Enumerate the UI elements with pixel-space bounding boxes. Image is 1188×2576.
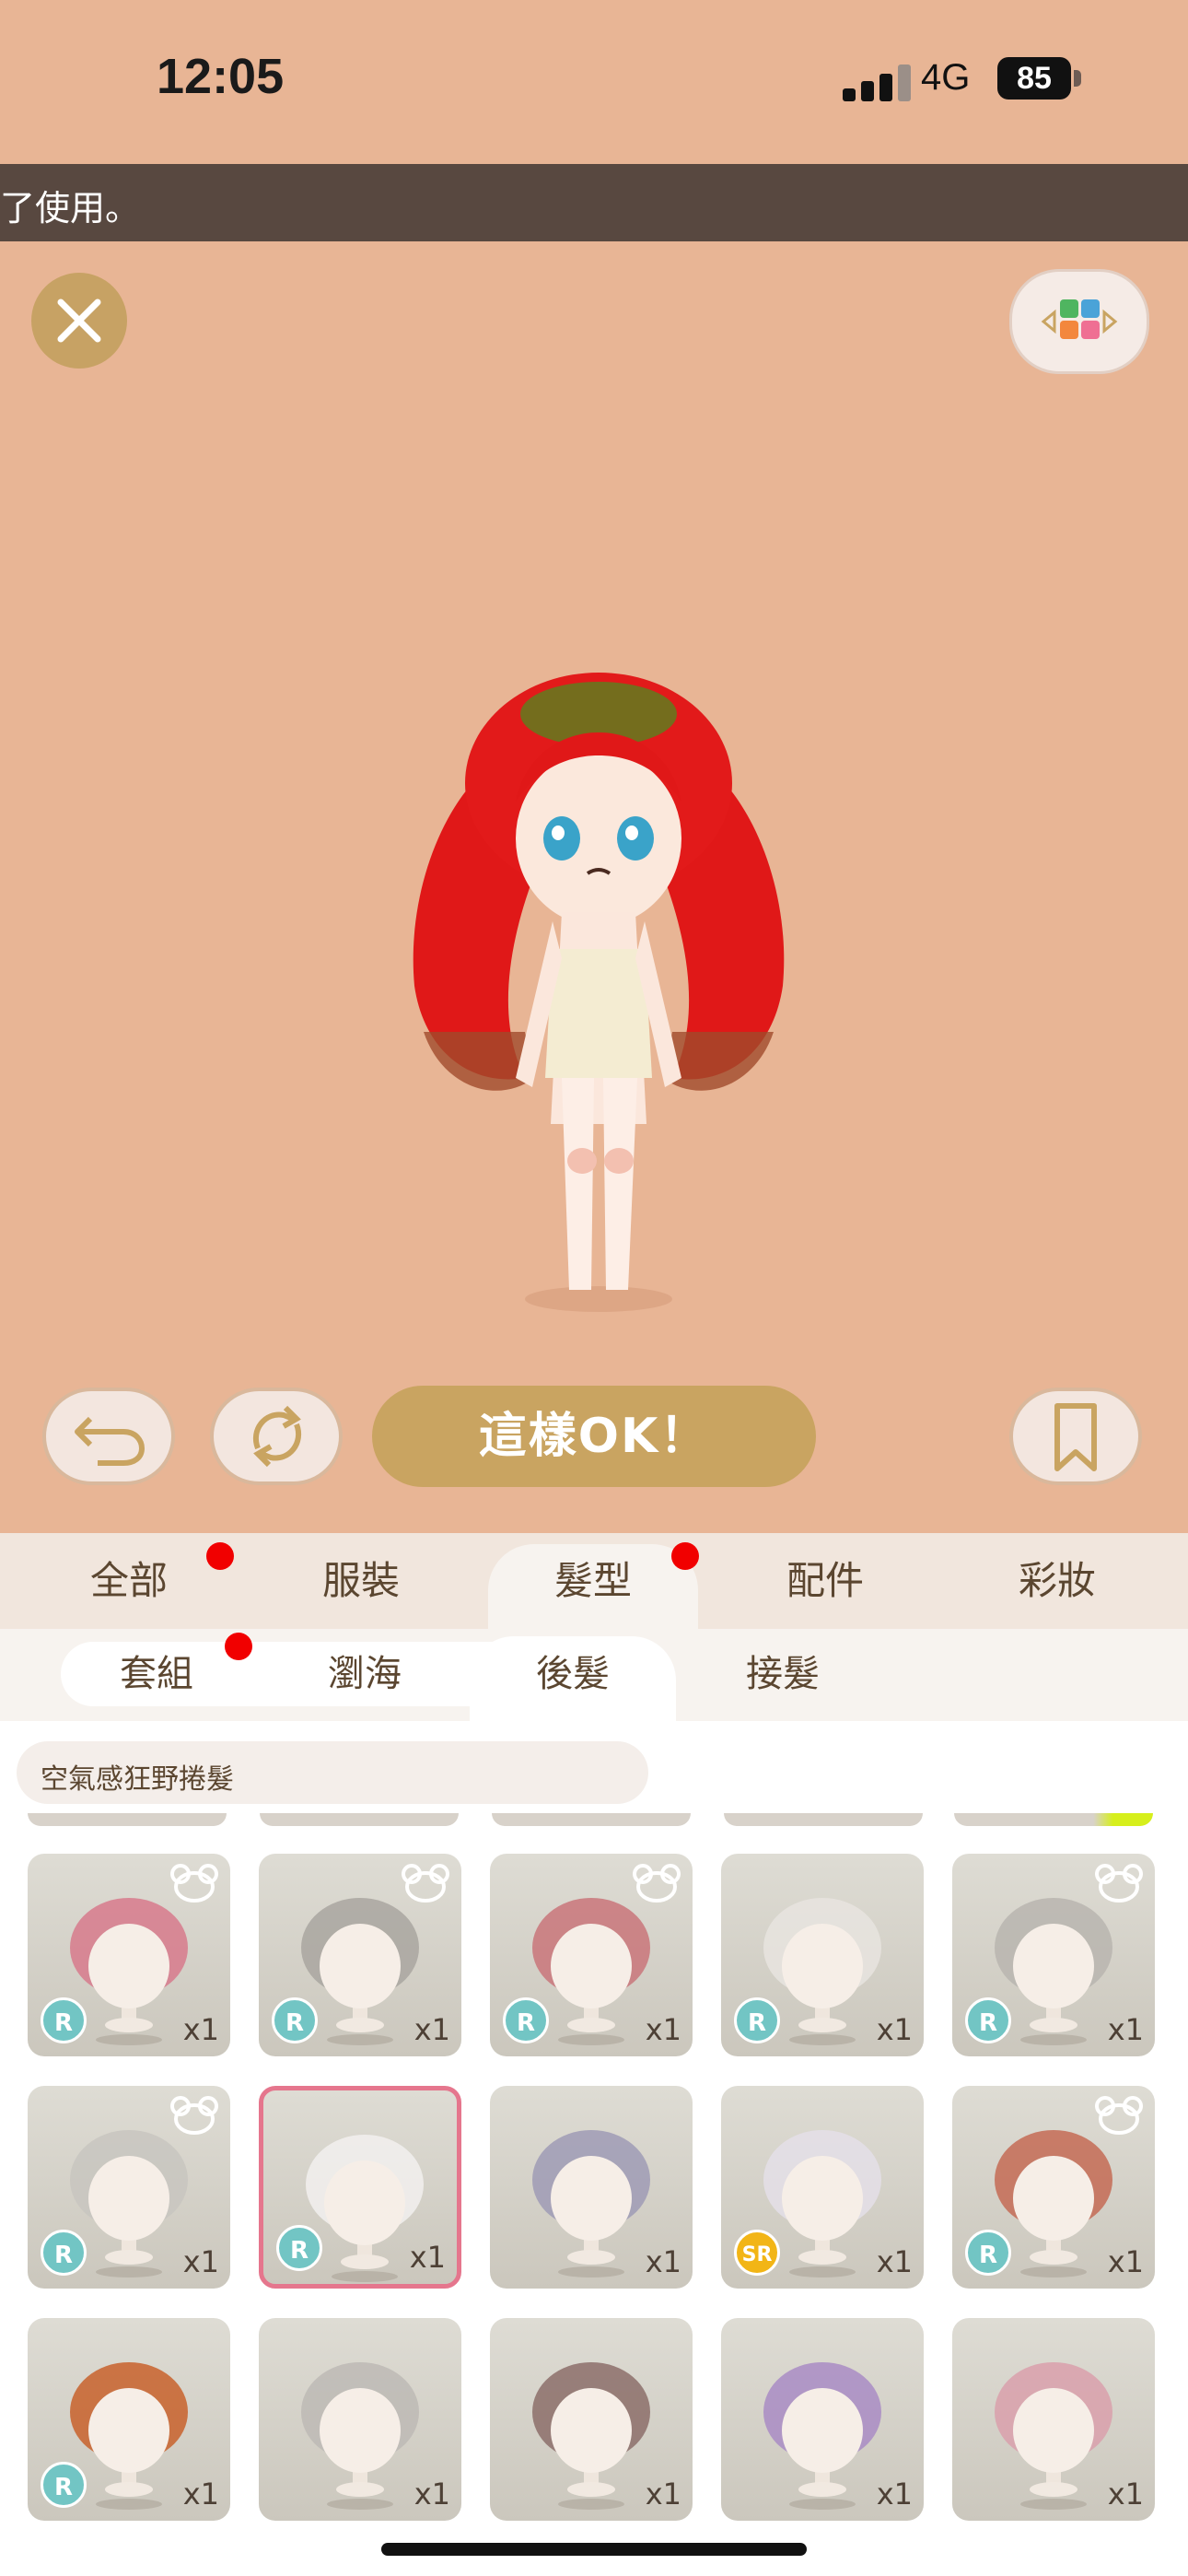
- subtab-set-notification-dot: [225, 1633, 252, 1660]
- item-quantity: x1: [876, 2244, 913, 2279]
- rarity-badge: R: [503, 1997, 549, 2043]
- network-type: 4G: [921, 57, 971, 98]
- item-quantity: x1: [876, 2476, 913, 2512]
- hair-preview-icon: [532, 2362, 650, 2510]
- close-icon: [57, 299, 101, 343]
- selected-item-name: 空氣感狂野捲髮: [41, 1763, 234, 1796]
- tab-hairstyle-notification-dot: [671, 1542, 699, 1570]
- hair-preview-icon: [301, 2362, 419, 2510]
- rarity-badge: R: [272, 1997, 318, 2043]
- hair-preview-icon: [763, 2362, 881, 2510]
- item-quantity: x1: [1107, 2012, 1144, 2047]
- item-row-edge: [492, 1813, 691, 1826]
- rarity-badge: R: [41, 1997, 87, 2043]
- hair-item-card[interactable]: x1: [490, 2318, 693, 2521]
- tab-accessories[interactable]: 配件: [733, 1533, 917, 1629]
- hair-item-card[interactable]: SR x1: [721, 2086, 924, 2289]
- notice-text: 了使用。: [0, 188, 141, 228]
- item-quantity: x1: [182, 2476, 219, 2512]
- subtab-set[interactable]: 套組: [74, 1642, 239, 1706]
- close-button[interactable]: [31, 273, 127, 369]
- hair-item-card[interactable]: Rx1: [259, 2086, 461, 2289]
- bear-icon: [1095, 2096, 1143, 2135]
- notice-bar: [0, 164, 1188, 241]
- hair-item-card[interactable]: Rx1: [28, 1854, 230, 2056]
- subtab-back-hair[interactable]: 後髮: [490, 1642, 656, 1706]
- bear-icon: [1095, 1864, 1143, 1903]
- tab-all[interactable]: 全部: [37, 1533, 221, 1629]
- hair-item-card[interactable]: x1: [952, 2318, 1155, 2521]
- hair-preview-icon: [995, 2362, 1112, 2510]
- item-quantity: x1: [876, 2012, 913, 2047]
- cellular-signal-icon: [843, 63, 926, 101]
- hair-preview-icon: [306, 2135, 424, 2282]
- hair-preview-icon: [532, 2130, 650, 2277]
- undo-icon: [75, 1416, 146, 1466]
- item-quantity: x1: [1107, 2476, 1144, 2512]
- tab-hairstyle[interactable]: 髮型: [501, 1533, 685, 1629]
- bear-icon: [170, 1864, 218, 1903]
- subtab-bangs[interactable]: 瀏海: [282, 1642, 448, 1706]
- rarity-badge: R: [41, 2462, 87, 2508]
- rarity-badge: R: [965, 2230, 1011, 2276]
- bookmark-button[interactable]: [1009, 1388, 1142, 1485]
- item-quantity: x1: [1107, 2244, 1144, 2279]
- bookmark-icon: [1054, 1403, 1097, 1471]
- tab-makeup[interactable]: 彩妝: [965, 1533, 1149, 1629]
- tab-all-notification-dot: [206, 1542, 234, 1570]
- undo-button[interactable]: [42, 1388, 175, 1485]
- hair-item-card[interactable]: x1: [490, 2086, 693, 2289]
- bear-icon: [633, 1864, 681, 1903]
- item-row-edge: [954, 1813, 1153, 1826]
- hair-item-card[interactable]: Rx1: [28, 2086, 230, 2289]
- confirm-ok-button[interactable]: 這樣OK！: [372, 1386, 816, 1487]
- color-grid-button[interactable]: [1009, 269, 1149, 374]
- bear-icon: [170, 2096, 218, 2135]
- item-quantity: x1: [182, 2244, 219, 2279]
- item-row-edge: [724, 1813, 923, 1826]
- refresh-icon: [253, 1405, 301, 1468]
- item-quantity: x1: [645, 2012, 681, 2047]
- hair-item-card[interactable]: Rx1: [721, 1854, 924, 2056]
- item-quantity: x1: [645, 2476, 681, 2512]
- rarity-badge: R: [734, 1997, 780, 2043]
- status-time: 12:05: [157, 49, 285, 104]
- rarity-badge: R: [41, 2230, 87, 2276]
- hair-item-card[interactable]: Rx1: [259, 1854, 461, 2056]
- item-quantity: x1: [182, 2012, 219, 2047]
- hair-item-card[interactable]: Rx1: [952, 1854, 1155, 2056]
- item-row-edge: [260, 1813, 459, 1826]
- rarity-badge: R: [965, 1997, 1011, 2043]
- battery-level: 85: [997, 57, 1071, 100]
- avatar-character: [413, 673, 785, 1312]
- item-quantity: x1: [645, 2244, 681, 2279]
- bear-icon: [402, 1864, 449, 1903]
- color-grid-icon: [1041, 299, 1118, 339]
- battery-icon: [1074, 70, 1081, 87]
- home-indicator: [381, 2543, 807, 2556]
- item-quantity: x1: [413, 2012, 450, 2047]
- item-quantity: x1: [413, 2476, 450, 2512]
- refresh-button[interactable]: [210, 1388, 343, 1485]
- item-row-edge: [28, 1813, 227, 1826]
- tab-clothing[interactable]: 服裝: [269, 1533, 453, 1629]
- hair-item-card[interactable]: x1: [259, 2318, 461, 2521]
- hair-item-card[interactable]: Rx1: [952, 2086, 1155, 2289]
- hair-item-card[interactable]: x1: [721, 2318, 924, 2521]
- hair-item-card[interactable]: Rx1: [28, 2318, 230, 2521]
- subtab-extensions[interactable]: 接髮: [700, 1642, 866, 1706]
- item-quantity: x1: [409, 2240, 446, 2275]
- rarity-badge: SR: [734, 2230, 780, 2276]
- hair-item-card[interactable]: Rx1: [490, 1854, 693, 2056]
- rarity-badge: R: [276, 2225, 322, 2271]
